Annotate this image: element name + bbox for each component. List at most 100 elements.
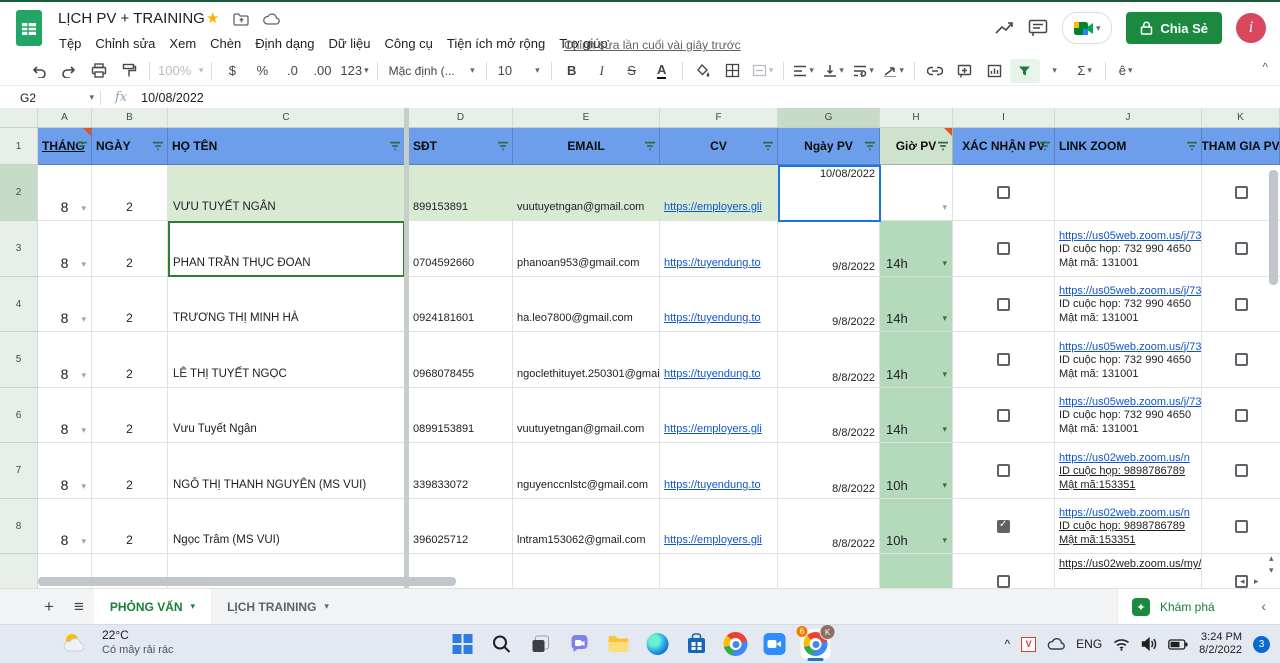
move-folder-icon[interactable] bbox=[233, 12, 249, 26]
task-view-button[interactable] bbox=[528, 631, 554, 657]
cell-A8[interactable]: 8▾ bbox=[38, 499, 92, 554]
zoom-link-row4[interactable]: https://us05web.zoom.us/j/73 bbox=[1059, 285, 1198, 299]
meet-join-button[interactable]: ▾ bbox=[1062, 12, 1112, 44]
scroll-left-icon[interactable]: ◂ bbox=[1240, 576, 1252, 588]
cell-B5[interactable]: 2 bbox=[92, 332, 168, 388]
cell-G4[interactable]: 9/8/2022 bbox=[778, 277, 880, 332]
cv-link-row3[interactable]: https://tuyendung.to bbox=[664, 257, 761, 269]
cell-D5[interactable]: 0968078455 bbox=[409, 332, 513, 388]
checkbox-confirm-row5[interactable] bbox=[997, 353, 1010, 366]
filter-views-caret[interactable]: ▾ bbox=[1040, 59, 1070, 83]
insert-link-button[interactable] bbox=[920, 59, 950, 83]
print-button[interactable] bbox=[84, 59, 114, 83]
cell-F7[interactable]: https://tuyendung.to bbox=[660, 443, 778, 499]
format-percent-button[interactable]: % bbox=[247, 59, 277, 83]
cell-F5[interactable]: https://tuyendung.to bbox=[660, 332, 778, 388]
file-explorer-button[interactable] bbox=[606, 631, 632, 657]
increase-decimals-button[interactable]: .00 bbox=[307, 59, 337, 83]
cell-B7[interactable]: 2 bbox=[92, 443, 168, 499]
cell-K6[interactable] bbox=[1202, 388, 1280, 443]
cell-I7[interactable] bbox=[953, 443, 1055, 499]
cell-H4[interactable]: 14h▾ bbox=[880, 277, 953, 332]
cell-A4[interactable]: 8▾ bbox=[38, 277, 92, 332]
row-header-2[interactable]: 2 bbox=[0, 165, 38, 221]
cell-E2[interactable]: vuutuyetngan@gmail.com bbox=[513, 165, 660, 221]
checkbox-confirm-row2[interactable] bbox=[997, 186, 1010, 199]
formula-bar-value[interactable]: 10/08/2022 bbox=[141, 91, 204, 105]
document-title[interactable]: LỊCH PV + TRAINING bbox=[58, 10, 205, 27]
cell-H7[interactable]: 10h▾ bbox=[880, 443, 953, 499]
cell-C4[interactable]: TRƯƠNG THỊ MINH HÀ bbox=[168, 277, 405, 332]
checkbox-confirm-row3[interactable] bbox=[997, 242, 1010, 255]
cell-I6[interactable] bbox=[953, 388, 1055, 443]
format-currency-button[interactable]: $ bbox=[217, 59, 247, 83]
vertical-scrollbar[interactable] bbox=[1269, 170, 1278, 285]
filter-icon[interactable] bbox=[937, 140, 949, 152]
col-header-I[interactable]: I bbox=[953, 108, 1055, 128]
cell-B8[interactable]: 2 bbox=[92, 499, 168, 554]
cell-E6[interactable]: vuutuyetngan@gmail.com bbox=[513, 388, 660, 443]
zoom-link-row6[interactable]: https://us05web.zoom.us/j/73 bbox=[1059, 396, 1198, 410]
cell-A6[interactable]: 8▾ bbox=[38, 388, 92, 443]
col-header-G[interactable]: G bbox=[778, 108, 880, 128]
zoom-link-row9[interactable]: https://us02web.zoom.us/my/ bbox=[1059, 558, 1198, 572]
text-color-button[interactable]: A bbox=[647, 59, 677, 83]
cell-K7[interactable] bbox=[1202, 443, 1280, 499]
cell-I2[interactable] bbox=[953, 165, 1055, 221]
paint-format-button[interactable] bbox=[114, 59, 144, 83]
vertical-align-button[interactable]: ▾ bbox=[819, 59, 849, 83]
zoom-link-row3[interactable]: https://us05web.zoom.us/j/73 bbox=[1059, 230, 1198, 244]
column-title-E[interactable]: EMAIL bbox=[513, 128, 660, 165]
filter-icon[interactable] bbox=[76, 140, 88, 152]
filter-icon[interactable] bbox=[864, 140, 876, 152]
row-header-4[interactable]: 4 bbox=[0, 277, 38, 332]
cell-I4[interactable] bbox=[953, 277, 1055, 332]
time-dropdown-icon[interactable]: ▾ bbox=[942, 425, 947, 434]
text-rotation-button[interactable]: ▾ bbox=[879, 59, 909, 83]
filter-icon[interactable] bbox=[497, 140, 509, 152]
cv-link-row2[interactable]: https://employers.gli bbox=[664, 201, 762, 213]
month-dropdown-icon[interactable]: ▾ bbox=[81, 371, 86, 380]
cell-J4[interactable]: https://us05web.zoom.us/j/73ID cuộc họp:… bbox=[1055, 277, 1202, 332]
filter-icon[interactable] bbox=[1039, 140, 1051, 152]
cell-F2[interactable]: https://employers.gli bbox=[660, 165, 778, 221]
cloud-saved-icon[interactable] bbox=[263, 12, 280, 25]
cell-A3[interactable]: 8▾ bbox=[38, 221, 92, 277]
collapse-panel-arrow[interactable]: ‹ bbox=[1261, 598, 1266, 614]
cell-J9[interactable]: https://us02web.zoom.us/my/ bbox=[1055, 554, 1202, 588]
checkbox-join-row5[interactable] bbox=[1235, 353, 1248, 366]
microsoft-store-button[interactable] bbox=[684, 631, 710, 657]
cell-C6[interactable]: Vưu Tuyết Ngân bbox=[168, 388, 405, 443]
cell-G8[interactable]: 8/8/2022 bbox=[778, 499, 880, 554]
merge-cells-button[interactable]: ▾ bbox=[748, 59, 778, 83]
filter-icon[interactable] bbox=[389, 140, 401, 152]
col-header-J[interactable]: J bbox=[1055, 108, 1202, 128]
cell-C2[interactable]: VƯU TUYẾT NGÂN bbox=[168, 165, 405, 221]
insert-chart-button[interactable] bbox=[980, 59, 1010, 83]
chrome-button[interactable] bbox=[723, 631, 749, 657]
cell-D7[interactable]: 339833072 bbox=[409, 443, 513, 499]
cell-G7[interactable]: 8/8/2022 bbox=[778, 443, 880, 499]
language-indicator[interactable]: ENG bbox=[1076, 637, 1102, 651]
scroll-down-icon[interactable]: ▾ bbox=[1269, 565, 1279, 575]
menu-edit[interactable]: Chỉnh sửa bbox=[88, 33, 162, 54]
decrease-decimals-button[interactable]: .0 bbox=[277, 59, 307, 83]
column-title-D[interactable]: SĐT bbox=[409, 128, 513, 165]
cell-G5[interactable]: 8/8/2022 bbox=[778, 332, 880, 388]
cell-H2[interactable]: ▾ bbox=[880, 165, 953, 221]
row-header-5[interactable]: 5 bbox=[0, 332, 38, 388]
cell-K5[interactable] bbox=[1202, 332, 1280, 388]
checkbox-join-row7[interactable] bbox=[1235, 464, 1248, 477]
cv-link-row8[interactable]: https://employers.gli bbox=[664, 534, 762, 546]
wifi-icon[interactable] bbox=[1113, 638, 1130, 651]
fill-color-button[interactable] bbox=[688, 59, 718, 83]
volume-icon[interactable] bbox=[1141, 637, 1157, 651]
horizontal-scrollbar[interactable] bbox=[38, 577, 456, 586]
onedrive-tray-icon[interactable] bbox=[1047, 638, 1065, 650]
col-header-A[interactable]: A bbox=[38, 108, 92, 128]
insert-comment-button[interactable] bbox=[950, 59, 980, 83]
row-header-1[interactable]: 1 bbox=[0, 128, 38, 165]
menu-format[interactable]: Định dạng bbox=[248, 33, 321, 54]
col-header-H[interactable]: H bbox=[880, 108, 953, 128]
cell-B2[interactable]: 2 bbox=[92, 165, 168, 221]
